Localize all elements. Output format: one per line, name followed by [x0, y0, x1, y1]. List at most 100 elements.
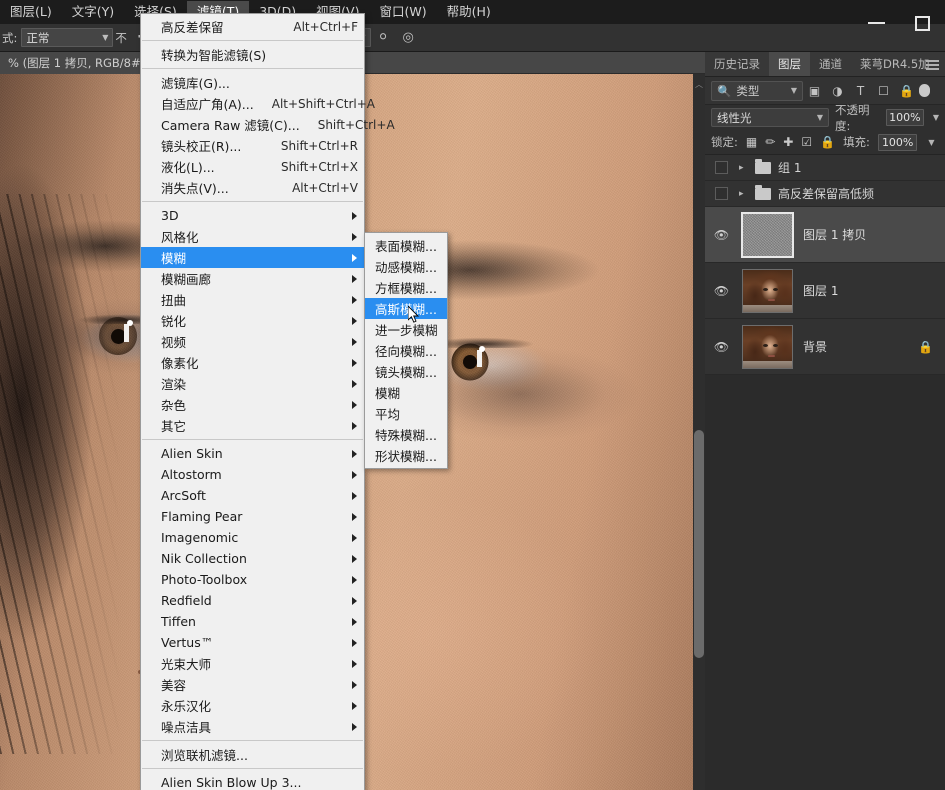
menu-help[interactable]: 帮助(H) [437, 1, 501, 24]
visibility-toggle[interactable]: 👁 [711, 285, 732, 297]
filter-enable-toggle[interactable] [918, 81, 931, 101]
blur-menu-item[interactable]: 形状模糊... [365, 445, 447, 466]
filter-menu-item[interactable]: 风格化 [141, 226, 364, 247]
layer-group-row[interactable]: ▸ 组 1 [705, 155, 945, 181]
layer-thumbnail[interactable] [742, 268, 793, 313]
tab-channels[interactable]: 通道 [810, 52, 851, 76]
artboard-lock-icon[interactable]: ☑ [801, 135, 812, 149]
filter-menu-item[interactable]: Flaming Pear [141, 506, 364, 527]
filter-menu-item[interactable]: 液化(L)... Shift+Ctrl+X [141, 156, 364, 177]
opacity-stepper-icon[interactable]: ▼ [930, 113, 939, 122]
visibility-toggle[interactable] [711, 187, 732, 200]
filter-menu-item[interactable]: Imagenomic [141, 527, 364, 548]
image-lock-icon[interactable]: ✏ [765, 135, 775, 149]
opacity-input[interactable]: 100% [885, 109, 924, 126]
fill-stepper-icon[interactable]: ▼ [925, 138, 934, 147]
submenu-arrow-icon [352, 449, 357, 458]
visibility-toggle[interactable]: 👁 [711, 229, 732, 241]
filter-menu-item[interactable]: 噪点洁具 [141, 716, 364, 737]
filter-menu-item-label: 永乐汉化 [161, 699, 212, 714]
filter-menu-item[interactable]: 3D [141, 205, 364, 226]
shape-layers-filter-icon[interactable]: ☐ [872, 81, 895, 101]
filter-menu[interactable]: 高反差保留 Alt+Ctrl+F 转换为智能滤镜(S) 滤镜库(G)... 自适应广角(… [140, 13, 395, 790]
filter-menu-item[interactable]: Tiffen [141, 611, 364, 632]
layer-thumbnail[interactable] [742, 324, 793, 369]
blur-menu-item[interactable]: 动感模糊... [365, 256, 447, 277]
filter-menu-item[interactable]: Redfield [141, 590, 364, 611]
filter-menu-item[interactable]: 视频 [141, 331, 364, 352]
filter-menu-item[interactable]: Alien Skin [141, 443, 364, 464]
filter-menu-item[interactable]: 锐化 [141, 310, 364, 331]
filter-menu-item[interactable]: 消失点(V)... Alt+Ctrl+V [141, 177, 364, 198]
filter-menu-item-label: 3D [161, 208, 179, 223]
layer-row[interactable]: 👁 背景 🔒 [705, 319, 945, 375]
filter-menu-item-label: Redfield [161, 593, 212, 608]
filter-menu-item[interactable]: 光束大师 [141, 653, 364, 674]
filter-menu-item[interactable]: 模糊 [141, 247, 364, 268]
tablet-pressure-icon[interactable]: ◎ [395, 30, 420, 45]
blur-menu-item[interactable]: 平均 [365, 403, 447, 424]
minimize-button[interactable] [853, 0, 899, 46]
tool-blend-mode-select[interactable]: 正常 ▼ [21, 28, 114, 47]
tab-layers-label: 图层 [778, 57, 801, 71]
position-lock-icon[interactable]: ✚ [783, 135, 793, 149]
blur-menu-item[interactable]: 径向模糊... [365, 340, 447, 361]
tab-layers[interactable]: 图层 [769, 52, 810, 76]
blur-menu-item[interactable]: 镜头模糊... [365, 361, 447, 382]
chevron-right-icon[interactable]: ▸ [739, 163, 748, 173]
fill-input[interactable]: 100% [877, 133, 918, 151]
filter-menu-item[interactable]: 浏览联机滤镜... [141, 744, 364, 765]
filter-menu-item[interactable]: 转换为智能滤镜(S) [141, 44, 364, 65]
visibility-toggle[interactable]: 👁 [711, 341, 732, 353]
smart-object-filter-icon[interactable]: 🔒 [895, 81, 918, 101]
blur-menu-item[interactable]: 表面模糊... [365, 235, 447, 256]
filter-menu-item[interactable]: 镜头校正(R)... Shift+Ctrl+R [141, 135, 364, 156]
blur-menu-item[interactable]: 方框模糊... [365, 277, 447, 298]
maximize-button[interactable] [899, 0, 945, 46]
filter-kind-select[interactable]: 🔍 类型 ▼ [711, 80, 803, 101]
transparency-lock-icon[interactable]: ▦ [746, 135, 757, 149]
pixel-layers-filter-icon[interactable]: ▣ [803, 81, 826, 101]
filter-menu-item[interactable]: Nik Collection [141, 548, 364, 569]
filter-menu-item[interactable]: 高反差保留 Alt+Ctrl+F [141, 16, 364, 37]
blur-menu-item[interactable]: 模糊 [365, 382, 447, 403]
blend-mode-select[interactable]: 线性光 ▼ [711, 108, 829, 127]
all-lock-icon[interactable]: 🔒 [820, 135, 835, 149]
filter-menu-item[interactable]: 渲染 [141, 373, 364, 394]
layer-group-row[interactable]: ▸ 高反差保留高低频 [705, 181, 945, 207]
filter-menu-item[interactable]: 美容 [141, 674, 364, 695]
blur-menu-item[interactable]: 进一步模糊 [365, 319, 447, 340]
adjustment-layers-filter-icon[interactable]: ◑ [826, 81, 849, 101]
filter-menu-item[interactable]: Vertus™ [141, 632, 364, 653]
layer-row[interactable]: 👁 图层 1 [705, 263, 945, 319]
menu-window[interactable]: 窗口(W) [369, 1, 436, 24]
filter-menu-item[interactable]: Altostorm [141, 464, 364, 485]
ignore-adjustment-layers-icon[interactable]: ⚪ [371, 30, 396, 45]
menu-type[interactable]: 文字(Y) [62, 1, 124, 24]
canvas-vertical-scrollbar-thumb[interactable] [694, 430, 704, 658]
chevron-right-icon[interactable]: ▸ [739, 189, 748, 199]
layer-row[interactable]: 👁 图层 1 拷贝 [705, 207, 945, 263]
tab-history[interactable]: 历史记录 [705, 52, 769, 76]
filter-menu-item[interactable]: 永乐汉化 [141, 695, 364, 716]
blur-menu-item[interactable]: 特殊模糊... [365, 424, 447, 445]
menu-layer[interactable]: 图层(L) [0, 1, 62, 24]
scroll-up-arrow-icon[interactable]: ︿ [694, 80, 704, 90]
filter-menu-item[interactable]: 杂色 [141, 394, 364, 415]
blur-submenu[interactable]: 表面模糊... 动感模糊... 方框模糊... 高斯模糊... 进一步模糊 径向模糊...… [364, 232, 448, 469]
type-layers-filter-icon[interactable]: T [849, 81, 872, 101]
blur-menu-item[interactable]: 高斯模糊... [365, 298, 447, 319]
filter-menu-item[interactable]: Alien Skin Blow Up 3... [141, 772, 364, 790]
filter-menu-item[interactable]: Camera Raw 滤镜(C)... Shift+Ctrl+A [141, 114, 395, 135]
filter-menu-item[interactable]: 模糊画廊 [141, 268, 364, 289]
filter-menu-item[interactable]: 其它 [141, 415, 364, 436]
filter-menu-item[interactable]: ArcSoft [141, 485, 364, 506]
visibility-toggle[interactable] [711, 161, 732, 174]
filter-menu-item[interactable]: Photo-Toolbox [141, 569, 364, 590]
layer-thumbnail[interactable] [741, 211, 794, 258]
filter-menu-item[interactable]: 自适应广角(A)... Alt+Shift+Ctrl+A [141, 93, 375, 114]
filter-menu-item[interactable]: 像素化 [141, 352, 364, 373]
filter-menu-item[interactable]: 滤镜库(G)... [141, 72, 364, 93]
panel-menu-icon[interactable] [926, 52, 939, 77]
filter-menu-item[interactable]: 扭曲 [141, 289, 364, 310]
